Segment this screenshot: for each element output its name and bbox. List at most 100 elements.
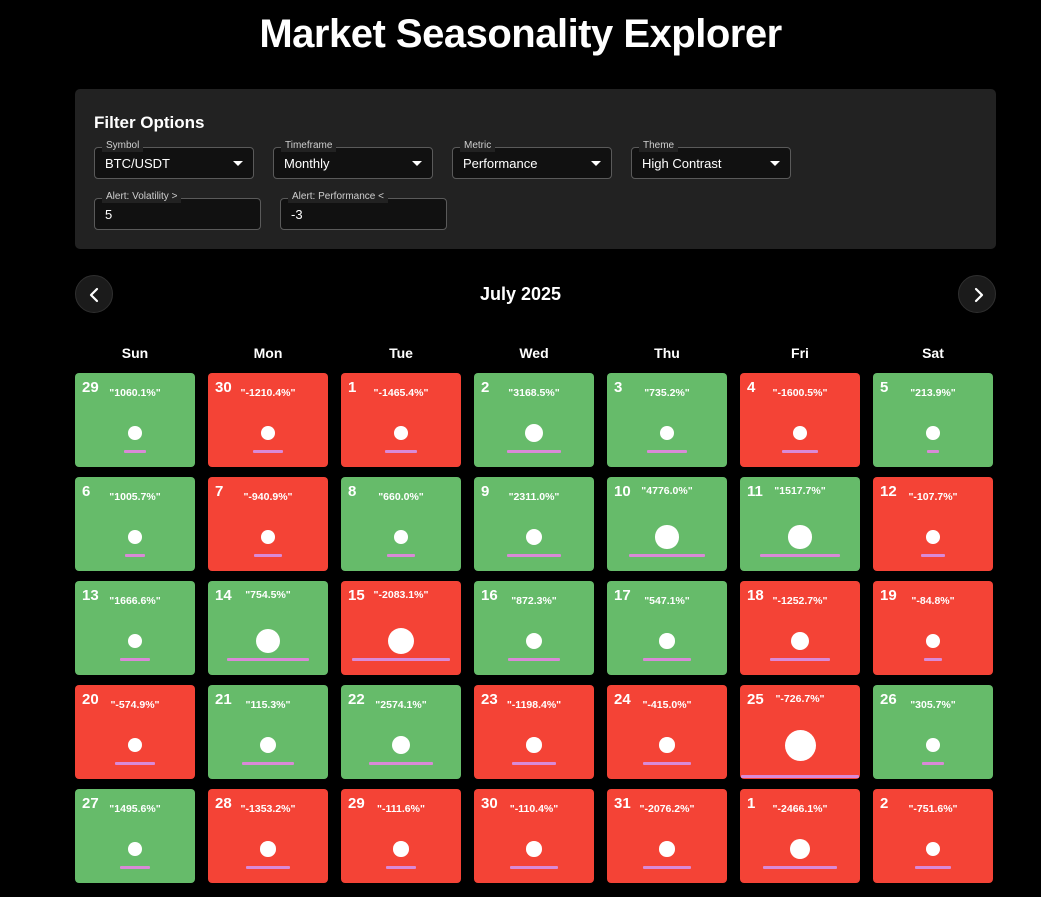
weekday-mon: Mon xyxy=(253,345,283,361)
performance-value: "1517.7%" xyxy=(774,485,826,497)
alert-performance-input[interactable]: Alert: Performance < -3 xyxy=(280,191,447,230)
page-title: Market Seasonality Explorer xyxy=(259,12,782,56)
volume-bar xyxy=(114,762,156,765)
day-cell[interactable]: 15 "-2083.1%" xyxy=(341,581,461,675)
day-cell[interactable]: 21 "115.3%" xyxy=(208,685,328,779)
day-cell[interactable]: 30 "-110.4%" xyxy=(474,789,594,883)
day-cell[interactable]: 25 "-726.7%" xyxy=(740,685,860,779)
day-cell[interactable]: 30 "-1210.4%" xyxy=(208,373,328,467)
day-cell[interactable]: 3 "735.2%" xyxy=(607,373,727,467)
day-cell[interactable]: 22 "2574.1%" xyxy=(341,685,461,779)
next-month-button[interactable] xyxy=(958,275,996,313)
volume-bar xyxy=(781,450,819,453)
day-cell[interactable]: 8 "660.0%" xyxy=(341,477,461,571)
volatility-dot xyxy=(526,737,542,753)
day-cell[interactable]: 19 "-84.8%" xyxy=(873,581,993,675)
performance-value: "2574.1%" xyxy=(375,699,427,711)
volume-bar xyxy=(385,450,417,453)
volatility-dot xyxy=(394,426,408,440)
weekday-thu: Thu xyxy=(654,345,680,361)
volume-bar xyxy=(226,658,310,661)
volatility-dot xyxy=(925,841,941,857)
day-cell[interactable]: 31 "-2076.2%" xyxy=(607,789,727,883)
day-cell[interactable]: 2 "-751.6%" xyxy=(873,789,993,883)
volatility-dot xyxy=(655,525,679,549)
performance-value: "-1198.4%" xyxy=(506,699,562,711)
day-cell[interactable]: 29 "1060.1%" xyxy=(75,373,195,467)
day-cell[interactable]: 23 "-1198.4%" xyxy=(474,685,594,779)
volume-bar xyxy=(509,866,559,869)
volume-bar xyxy=(741,775,859,778)
day-cell[interactable]: 2 "3168.5%" xyxy=(474,373,594,467)
volume-bar xyxy=(252,450,284,453)
performance-value: "-2083.1%" xyxy=(373,589,429,601)
performance-value: "-107.7%" xyxy=(908,491,958,503)
day-cell[interactable]: 7 "-940.9%" xyxy=(208,477,328,571)
day-cell[interactable]: 6 "1005.7%" xyxy=(75,477,195,571)
day-cell[interactable]: 29 "-111.6%" xyxy=(341,789,461,883)
day-cell[interactable]: 1 "-2466.1%" xyxy=(740,789,860,883)
day-cell[interactable]: 16 "872.3%" xyxy=(474,581,594,675)
volatility-dot xyxy=(128,842,142,856)
volatility-dot xyxy=(525,632,543,650)
symbol-select[interactable]: Symbol BTC/USDT xyxy=(94,140,254,179)
performance-value: "660.0%" xyxy=(378,491,424,503)
performance-value: "-84.8%" xyxy=(911,595,955,607)
filter-heading: Filter Options xyxy=(94,113,205,132)
day-cell[interactable]: 26 "305.7%" xyxy=(873,685,993,779)
volume-bar xyxy=(507,450,561,453)
theme-select[interactable]: Theme High Contrast xyxy=(631,140,791,179)
day-cell[interactable]: 14 "754.5%" xyxy=(208,581,328,675)
volatility-dot xyxy=(260,841,276,857)
day-cell[interactable]: 18 "-1252.7%" xyxy=(740,581,860,675)
timeframe-select[interactable]: Timeframe Monthly xyxy=(273,140,433,179)
performance-value: "1495.6%" xyxy=(109,803,161,815)
day-cell[interactable]: 20 "-574.9%" xyxy=(75,685,195,779)
volatility-dot xyxy=(255,628,281,654)
volume-bar xyxy=(924,658,942,661)
volume-bar xyxy=(385,866,417,869)
metric-value: Performance xyxy=(463,156,538,171)
volume-bar xyxy=(920,554,946,557)
volume-bar xyxy=(253,554,283,557)
volume-bar xyxy=(246,866,290,869)
volume-bar xyxy=(124,450,146,453)
performance-value: "-1210.4%" xyxy=(240,387,296,399)
volume-bar xyxy=(120,658,150,661)
metric-select[interactable]: Metric Performance xyxy=(452,140,612,179)
volume-bar xyxy=(120,866,150,869)
volume-bar xyxy=(760,554,840,557)
day-cell[interactable]: 13 "1666.6%" xyxy=(75,581,195,675)
performance-value: "1666.6%" xyxy=(109,595,161,607)
day-cell[interactable]: 28 "-1353.2%" xyxy=(208,789,328,883)
volume-bar xyxy=(508,658,560,661)
day-cell[interactable]: 11 "1517.7%" xyxy=(740,477,860,571)
day-cell[interactable]: 12 "-107.7%" xyxy=(873,477,993,571)
day-cell[interactable]: 24 "-415.0%" xyxy=(607,685,727,779)
performance-value: "115.3%" xyxy=(245,699,291,711)
day-cell[interactable]: 4 "-1600.5%" xyxy=(740,373,860,467)
filter-panel: Filter Options Symbol BTC/USDT Timeframe… xyxy=(75,89,996,249)
day-cell[interactable]: 1 "-1465.4%" xyxy=(341,373,461,467)
day-cell[interactable]: 10 "4776.0%" xyxy=(607,477,727,571)
volume-bar xyxy=(352,658,450,661)
volatility-dot xyxy=(788,525,812,549)
alert-volatility-input[interactable]: Alert: Volatility > 5 xyxy=(94,191,261,230)
volatility-dot xyxy=(659,841,675,857)
day-cell[interactable]: 27 "1495.6%" xyxy=(75,789,195,883)
volume-bar xyxy=(763,866,837,869)
volatility-dot xyxy=(261,530,275,544)
day-cell[interactable]: 5 "213.9%" xyxy=(873,373,993,467)
day-cell[interactable]: 17 "547.1%" xyxy=(607,581,727,675)
performance-value: "213.9%" xyxy=(910,387,956,399)
volatility-dot xyxy=(784,729,816,761)
volatility-dot xyxy=(259,736,277,754)
performance-value: "547.1%" xyxy=(644,595,690,607)
dropdown-arrow-icon xyxy=(412,161,422,166)
weekday-tue: Tue xyxy=(389,345,413,361)
volume-bar xyxy=(927,450,939,453)
performance-value: "735.2%" xyxy=(644,387,690,399)
performance-value: "305.7%" xyxy=(910,699,956,711)
performance-value: "872.3%" xyxy=(511,595,557,607)
day-cell[interactable]: 9 "2311.0%" xyxy=(474,477,594,571)
